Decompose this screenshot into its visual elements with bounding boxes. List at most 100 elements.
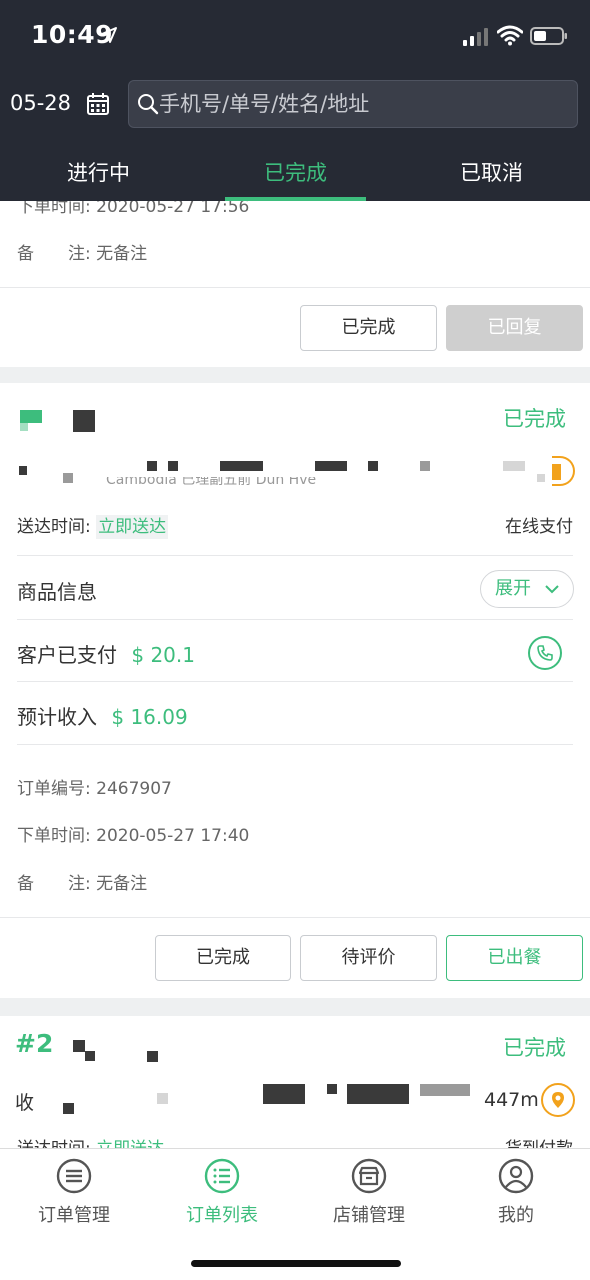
note-value: 无备注 [96, 244, 148, 264]
date-selector[interactable]: 05-28 [10, 91, 71, 115]
payment-method: 在线支付 [505, 517, 573, 537]
replied-button[interactable]: 已回复 [446, 305, 583, 351]
completed-button[interactable]: 已完成 [300, 305, 437, 351]
order-number-value: 2467907 [96, 779, 172, 799]
order-status-tabs: 进行中 已完成 已取消 [0, 145, 590, 201]
meal-ready-button[interactable]: 已出餐 [446, 935, 583, 981]
customer-paid-label: 客户已支付 [17, 643, 117, 667]
search-icon [138, 94, 159, 115]
status-bar: 10:49 [0, 0, 590, 70]
order-number-redacted [20, 410, 42, 423]
cellular-signal-icon [463, 28, 488, 46]
order-number-redacted [73, 1040, 85, 1052]
active-tab-indicator [225, 197, 366, 201]
home-indicator[interactable] [191, 1260, 401, 1267]
address-redacted [420, 461, 430, 471]
order-manage-icon [56, 1158, 92, 1194]
divider [17, 744, 573, 745]
order-number-redacted [147, 1051, 158, 1062]
order-number-redacted [20, 423, 28, 431]
order-status: 已完成 [503, 1036, 566, 1060]
expand-label: 展开 [495, 578, 531, 599]
order-number-redacted [85, 1051, 95, 1061]
address-redacted [503, 461, 525, 471]
nav-profile[interactable]: 我的 [442, 1157, 590, 1227]
location-pin-icon [552, 1092, 564, 1108]
expand-goods-button[interactable]: 展开 [480, 570, 574, 608]
address-redacted [327, 1084, 337, 1094]
address-text: Cambodia 已理副五前 Dun Hve [106, 477, 317, 487]
delivery-time-row: 送达时间: 立即送达 [17, 512, 169, 539]
delivery-time-label: 送达时间: [17, 517, 91, 537]
order-number-label: 订单编号: [17, 779, 91, 799]
divider [17, 619, 573, 620]
address-redacted [368, 461, 378, 471]
calendar-icon[interactable] [86, 92, 110, 116]
order-time-label: 下单时间: [17, 826, 91, 846]
order-number: #2 [15, 1029, 54, 1058]
expected-income-row: 预计收入 $ 16.09 [17, 701, 188, 730]
note-label: 备 注: [17, 874, 91, 894]
customer-paid-amount: $ 20.1 [131, 643, 195, 667]
tab-completed[interactable]: 已完成 [197, 157, 394, 187]
tab-in-progress[interactable]: 进行中 [0, 157, 197, 187]
order-time-value: 2020-05-27 17:40 [96, 826, 250, 846]
location-pin-icon[interactable] [552, 456, 575, 486]
profile-icon [498, 1158, 534, 1194]
delivery-time-value: 立即送达 [96, 515, 169, 539]
order-time-row: 下单时间: 2020-05-27 17:40 [17, 821, 249, 846]
search-input[interactable] [159, 81, 559, 127]
order-number-row: 订单编号: 2467907 [17, 774, 172, 799]
phone-icon [537, 645, 553, 661]
divider [17, 681, 573, 682]
note-label: 备 注: [17, 244, 91, 264]
address-redacted [315, 461, 347, 471]
order-list-icon [204, 1158, 240, 1194]
address-redacted [19, 466, 27, 475]
nav-order-management[interactable]: 订单管理 [0, 1157, 148, 1227]
nav-store-management[interactable]: 店铺管理 [295, 1157, 443, 1227]
order-card-next: #2 已完成 收 447m 送达时间: 立即送达 货到付款 [0, 1016, 590, 1159]
order-card-main: 已完成 Cambodia 已理副五前 Dun Hve 送达时间: 立即送达 在线… [0, 383, 590, 998]
address-redacted [168, 461, 178, 471]
note-row: 备 注: 无备注 [17, 869, 147, 894]
chevron-down-icon [545, 585, 559, 594]
location-arrow-icon [101, 27, 117, 43]
address-redacted [263, 1084, 305, 1104]
nav-label: 我的 [498, 1205, 534, 1226]
nav-label: 订单管理 [38, 1205, 110, 1226]
nav-order-list[interactable]: 订单列表 [148, 1157, 296, 1227]
tab-cancelled[interactable]: 已取消 [393, 157, 590, 187]
goods-info-label: 商品信息 [17, 580, 97, 604]
address-redacted [157, 1093, 168, 1104]
divider [0, 287, 590, 288]
note-row: 备 注: 无备注 [17, 239, 147, 264]
distance: 447m [484, 1089, 539, 1111]
order-number-redacted [73, 410, 95, 432]
nav-label: 订单列表 [186, 1205, 258, 1226]
completed-button[interactable]: 已完成 [155, 935, 291, 981]
receiver-label: 收 [15, 1092, 35, 1114]
battery-icon [530, 27, 567, 45]
customer-paid-row: 客户已支付 $ 20.1 [17, 639, 195, 668]
divider [17, 555, 573, 556]
address-redacted [63, 473, 73, 483]
address-redacted [420, 1084, 470, 1096]
address-redacted [537, 474, 545, 482]
to-rate-button[interactable]: 待评价 [300, 935, 437, 981]
address-redacted [63, 1103, 74, 1114]
search-bar[interactable] [128, 80, 578, 128]
store-icon [351, 1158, 387, 1194]
expected-income-label: 预计收入 [17, 705, 97, 729]
order-status: 已完成 [503, 407, 566, 431]
address-redacted [147, 461, 157, 471]
expected-income-amount: $ 16.09 [111, 705, 188, 729]
location-pin-button[interactable] [541, 1083, 575, 1117]
address-redacted [220, 461, 263, 471]
order-card-previous: 下单时间: 2020-05-27 17:56 备 注: 无备注 已完成 已回复 [0, 185, 590, 367]
nav-label: 店铺管理 [333, 1205, 405, 1226]
note-value: 无备注 [96, 874, 148, 894]
call-customer-button[interactable] [528, 636, 562, 670]
address-redacted [347, 1084, 409, 1104]
divider [0, 917, 590, 918]
